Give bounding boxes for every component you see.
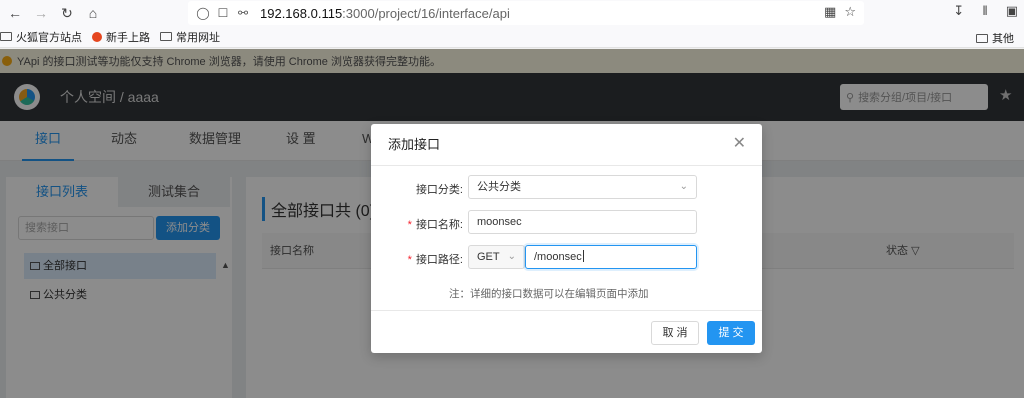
interface-name-input[interactable]: moonsec <box>468 210 697 234</box>
bookmarks-bar: 火狐官方站点 新手上路 常用网址 其他 <box>0 26 1024 48</box>
dialog-title: 添加接口 <box>371 124 762 166</box>
bookmark-common[interactable]: 常用网址 <box>160 29 220 45</box>
insecure-lock-icon: ☐ <box>217 6 229 20</box>
qr-code-icon[interactable]: ▦ <box>824 4 836 20</box>
dialog-footer: 取 消 提 交 <box>371 310 762 353</box>
path-label: * 接口路径: <box>407 254 463 266</box>
key-icon: ⚯ <box>237 6 249 20</box>
firefox-icon <box>92 31 102 42</box>
library-icon[interactable]: ‖ <box>982 3 987 19</box>
cancel-button[interactable]: 取 消 <box>651 321 699 345</box>
text-cursor <box>582 250 584 262</box>
browser-toolbar: ← → ↻ ⌂ ◯ ☐ ⚯ 192.168.0.115:3000/project… <box>0 0 1024 26</box>
close-icon[interactable]: ✕ <box>733 136 746 152</box>
url-path: :3000/project/16/interface/api <box>342 5 510 21</box>
dialog-note: 注：详细的接口数据可以在编辑页面中添加 <box>449 288 649 300</box>
forward-icon[interactable]: → <box>30 2 52 24</box>
chevron-down-icon: ⌄ <box>507 251 516 262</box>
download-icon[interactable]: ↧ <box>953 3 964 19</box>
url-host: 192.168.0.115 <box>260 5 343 21</box>
category-select[interactable]: 公共分类 ⌄ <box>468 175 697 199</box>
shield-icon: ◯ <box>196 6 210 20</box>
bookmark-star-icon[interactable]: ☆ <box>844 4 856 20</box>
back-icon[interactable]: ← <box>4 2 26 24</box>
category-label: 接口分类: <box>415 184 463 196</box>
home-icon[interactable]: ⌂ <box>82 2 104 24</box>
reload-icon[interactable]: ↻ <box>56 2 78 24</box>
name-label: * 接口名称: <box>407 219 463 231</box>
address-bar[interactable]: ◯ ☐ ⚯ 192.168.0.115:3000/project/16/inte… <box>188 1 864 25</box>
folder-icon <box>0 32 12 41</box>
chevron-down-icon: ⌄ <box>679 181 688 192</box>
submit-button[interactable]: 提 交 <box>707 321 755 345</box>
bookmark-other[interactable]: 其他 <box>976 30 1014 46</box>
method-select[interactable]: GET ⌄ <box>468 245 525 269</box>
folder-icon <box>160 32 172 41</box>
sidebar-icon[interactable]: ▣ <box>1006 3 1018 19</box>
bookmark-getting-started[interactable]: 新手上路 <box>92 29 150 45</box>
folder-icon <box>976 33 988 43</box>
bookmark-firefox[interactable]: 火狐官方站点 <box>0 29 82 45</box>
interface-path-input[interactable]: /moonsec <box>525 245 697 269</box>
add-interface-dialog: 添加接口 ✕ 接口分类: 公共分类 ⌄ * 接口名称: moonsec * 接口路径… <box>371 124 762 353</box>
